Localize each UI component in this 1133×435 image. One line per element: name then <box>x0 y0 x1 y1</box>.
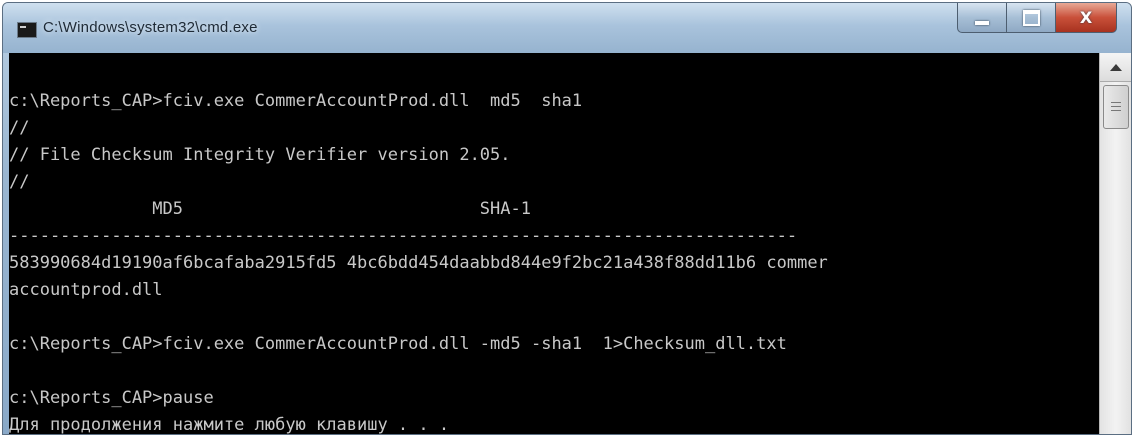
console-line: c:\Reports_CAP>fciv.exe CommerAccountPro… <box>9 91 583 111</box>
close-icon: X <box>1079 8 1093 27</box>
console-line: // <box>9 172 30 192</box>
console-line: // File Checksum Integrity Verifier vers… <box>9 145 511 165</box>
console-output[interactable]: c:\Reports_CAP>fciv.exe CommerAccountPro… <box>9 53 1099 434</box>
console-line: c:\Reports_CAP>pause <box>9 388 214 408</box>
window-title: C:\Windows\system32\cmd.exe <box>43 19 258 36</box>
console-line: 583990684d19190af6bcafaba2915fd5 4bc6bdd… <box>9 253 828 273</box>
maximize-button[interactable] <box>1006 3 1055 33</box>
console-line: c:\Reports_CAP>fciv.exe CommerAccountPro… <box>9 334 787 354</box>
console-line: ----------------------------------------… <box>9 226 798 246</box>
arrow-up-icon <box>1110 63 1122 71</box>
cmd-window-icon[interactable] <box>17 22 37 38</box>
vertical-scrollbar[interactable] <box>1099 53 1131 434</box>
scroll-up-button[interactable] <box>1100 53 1131 82</box>
console-line: MD5 SHA-1 <box>9 199 531 219</box>
minimize-button[interactable] <box>957 3 1006 33</box>
maximize-icon <box>1022 9 1040 26</box>
close-button[interactable]: X <box>1055 3 1117 33</box>
cmd-window: C:\Windows\system32\cmd.exe X c:\Reports… <box>2 2 1132 435</box>
window-controls: X <box>957 3 1117 33</box>
scroll-thumb[interactable] <box>1103 85 1129 129</box>
grip-line <box>1111 102 1121 103</box>
console-line: Для продолжения нажмите любую клавишу . … <box>9 415 450 434</box>
grip-line <box>1111 106 1121 107</box>
console-lines: c:\Reports_CAP>fciv.exe CommerAccountPro… <box>9 88 828 434</box>
minimize-icon <box>975 20 989 25</box>
console-line: accountprod.dll <box>9 280 163 300</box>
grip-line <box>1111 110 1121 111</box>
title-bar[interactable]: C:\Windows\system32\cmd.exe X <box>3 3 1131 53</box>
console-line: // <box>9 118 30 138</box>
